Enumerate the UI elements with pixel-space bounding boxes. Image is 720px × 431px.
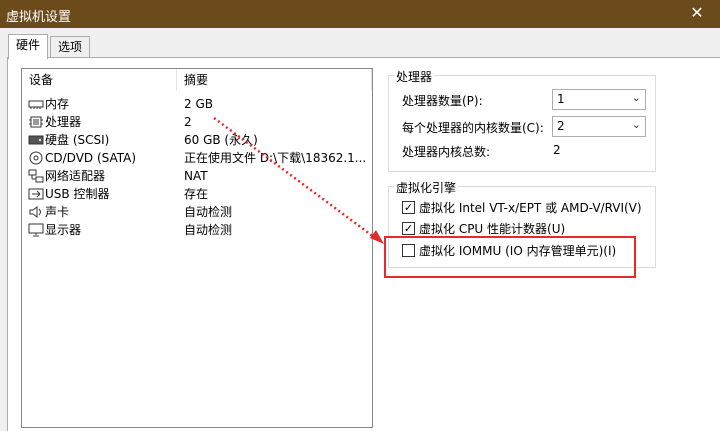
annotation-arrow: [213, 116, 384, 244]
tab-hardware[interactable]: 硬件: [8, 34, 48, 59]
